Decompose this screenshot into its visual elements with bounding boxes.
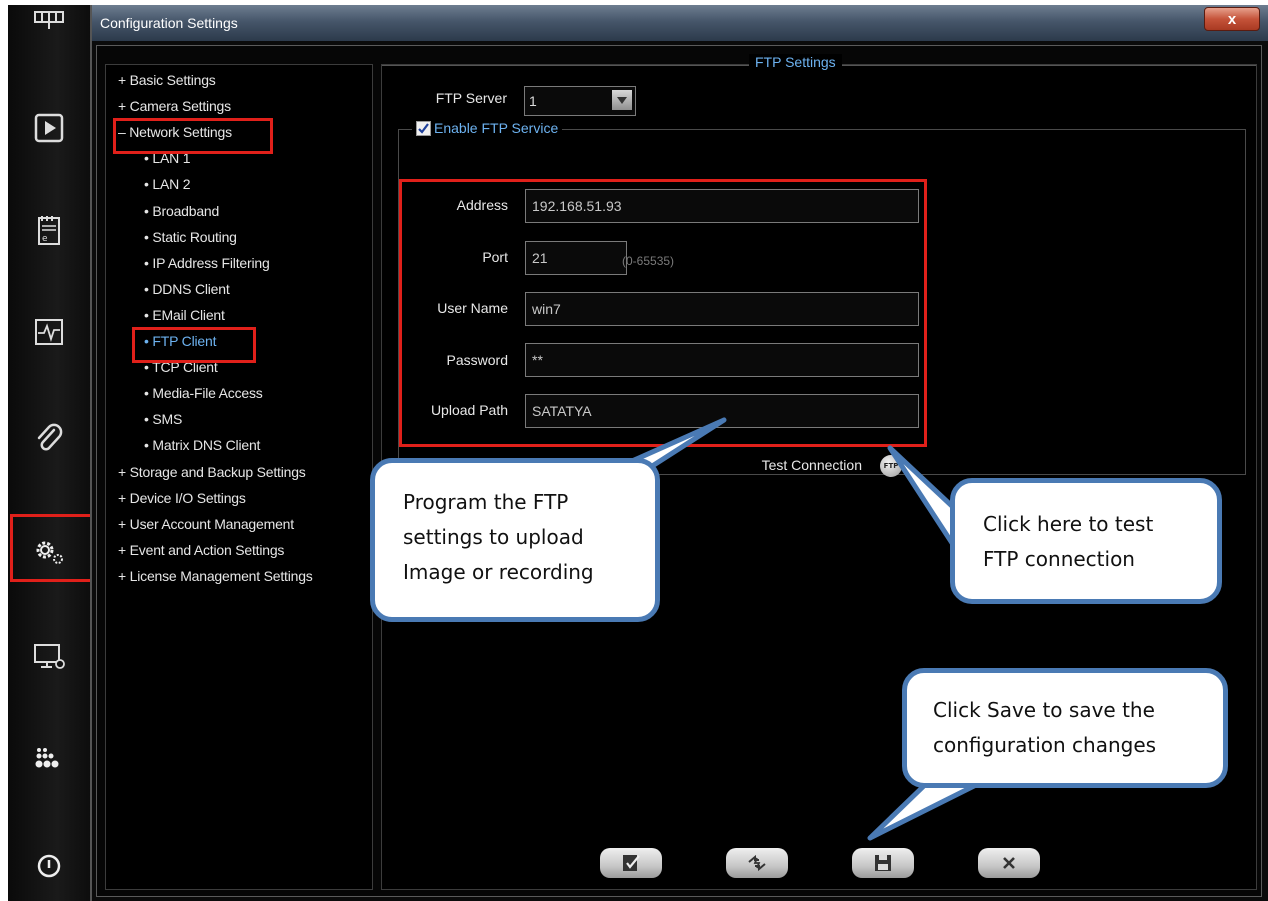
callout-test-line-2: FTP connection	[983, 547, 1135, 571]
callout-program-line-1: Program the FTP	[403, 490, 569, 514]
callout-save: Click Save to save the configuration cha…	[902, 668, 1228, 788]
callout-program-line-3: Image or recording	[403, 560, 594, 584]
callout-program-ftp: Program the FTP settings to upload Image…	[370, 458, 660, 622]
callout-test-connection: Click here to test FTP connection	[950, 478, 1222, 604]
callout-test-line-1: Click here to test	[983, 512, 1154, 536]
callout-save-line-2: configuration changes	[933, 733, 1157, 757]
callout-program-line-2: settings to upload	[403, 525, 584, 549]
callout-save-line-1: Click Save to save the	[933, 698, 1155, 722]
